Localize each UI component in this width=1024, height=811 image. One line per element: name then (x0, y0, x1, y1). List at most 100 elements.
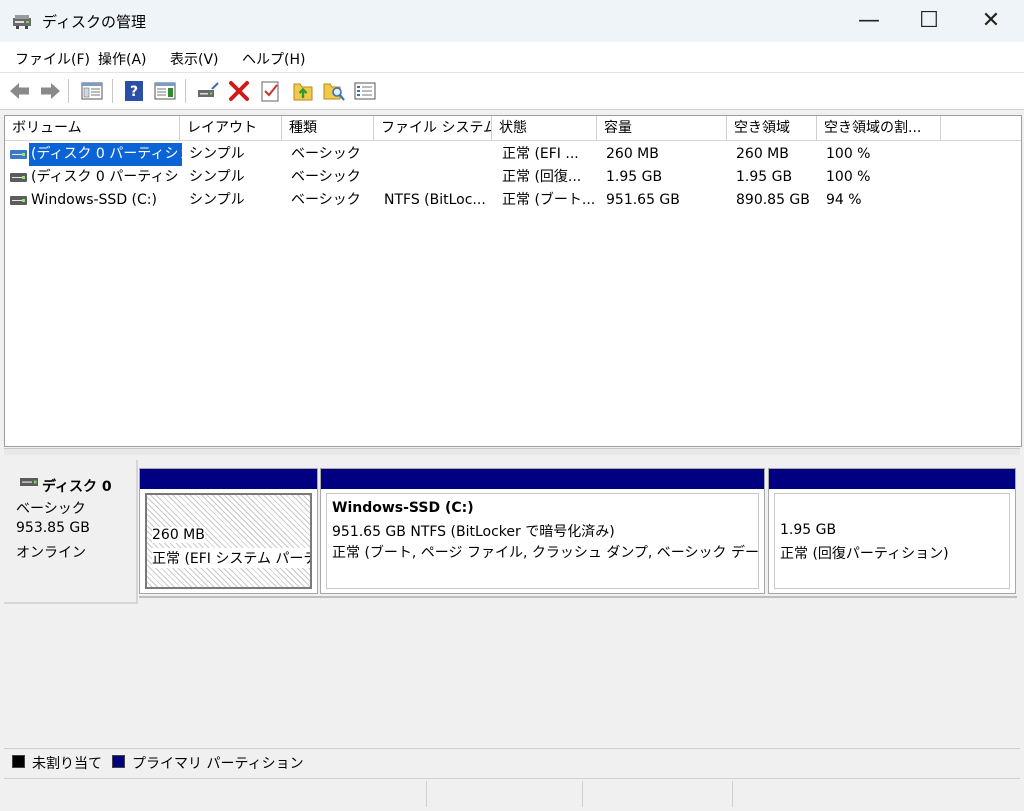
column-header-free-percent[interactable]: 空き領域の割... (817, 116, 941, 140)
properties-icon[interactable] (258, 79, 282, 103)
legend: 未割り当て プライマリ パーティション (4, 748, 1020, 775)
list-view-icon[interactable] (353, 79, 377, 103)
menu-file[interactable]: ファイル(F) (15, 49, 90, 69)
partition-type-bar (140, 469, 317, 489)
volume-name: Windows-SSD (C:) (31, 192, 157, 208)
partition-body-selected: 260 MB 正常 (EFI システム パーティション) (145, 493, 312, 589)
volume-row[interactable]: Windows-SSD (C:) シンプル ベーシック NTFS (BitLoc… (5, 189, 1021, 212)
maximize-button[interactable]: ☐ (898, 0, 960, 42)
volume-capacity: 1.95 GB (606, 169, 663, 185)
column-header-status[interactable]: 状態 (492, 116, 597, 140)
volume-row[interactable]: (ディスク 0 パーティショ... シンプル ベーシック 正常 (回復... 1… (5, 166, 1021, 189)
volume-layout: シンプル (189, 169, 245, 185)
partition-windows-ssd[interactable]: Windows-SSD (C:) 951.65 GB NTFS (BitLock… (320, 468, 765, 594)
menu-bar: ファイル(F) 操作(A) 表示(V) ヘルプ(H) (0, 42, 1024, 72)
volume-free-percent: 94 % (826, 192, 862, 208)
volume-drive-icon (10, 196, 27, 205)
volume-capacity: 260 MB (606, 146, 659, 162)
status-section (4, 781, 427, 807)
disk-partition-strip: 260 MB 正常 (EFI システム パーティション) Windows-SSD… (139, 468, 1017, 598)
volume-status: 正常 (EFI ... (502, 146, 579, 162)
disk-size: 953.85 GB (16, 520, 90, 536)
volume-row[interactable]: (ディスク 0 パーティショ... シンプル ベーシック 正常 (EFI ...… (5, 143, 1021, 166)
partition-status: 正常 (EFI システム パーティション) (152, 548, 310, 568)
close-button[interactable]: ✕ (960, 0, 1022, 42)
partition-size: 260 MB (152, 527, 205, 543)
column-headers: ボリューム レイアウト 種類 ファイル システム 状態 容量 空き領域 空き領域… (5, 116, 1021, 141)
status-section (582, 781, 733, 807)
partition-recovery[interactable]: 1.95 GB 正常 (回復パーティション) (768, 468, 1016, 594)
svg-text:?: ? (130, 84, 138, 100)
partition-size: 1.95 GB (780, 522, 837, 538)
legend-swatch-primary (112, 755, 125, 768)
volume-status: 正常 (ブート... (502, 192, 594, 208)
disk-drive-icon (20, 478, 38, 486)
toolbar: ? (0, 72, 1024, 110)
volume-capacity: 951.65 GB (606, 192, 680, 208)
delete-icon[interactable] (227, 79, 251, 103)
toolbar-separator (68, 79, 69, 103)
volume-type: ベーシック (291, 192, 361, 208)
column-header-type[interactable]: 種類 (282, 116, 374, 140)
disk-info-panel[interactable]: ディスク 0 ベーシック 953.85 GB オンライン (4, 460, 138, 604)
forward-arrow-icon[interactable] (38, 79, 62, 103)
status-bar (4, 778, 1020, 809)
volume-name: (ディスク 0 パーティショ... (29, 143, 182, 166)
back-arrow-icon[interactable] (8, 79, 32, 103)
volume-type: ベーシック (291, 169, 361, 185)
volume-list-pane: ボリューム レイアウト 種類 ファイル システム 状態 容量 空き領域 空き領域… (4, 115, 1022, 447)
column-header-filesystem[interactable]: ファイル システム (374, 116, 492, 140)
partition-type-bar (769, 469, 1015, 489)
status-section (426, 781, 583, 807)
menu-help[interactable]: ヘルプ(H) (242, 49, 305, 69)
show-hide-console-tree-icon[interactable] (80, 79, 104, 103)
column-header-volume[interactable]: ボリューム (5, 116, 180, 140)
legend-label-primary: プライマリ パーティション (132, 756, 304, 772)
volume-filesystem: NTFS (BitLoc... (384, 192, 486, 208)
volume-filesystem (384, 143, 488, 166)
volume-drive-icon (10, 173, 27, 182)
export-list-icon[interactable] (291, 79, 315, 103)
partition-status: 正常 (ブート, ページ ファイル, クラッシュ ダンプ, ベーシック データ … (332, 545, 759, 561)
partition-body: 1.95 GB 正常 (回復パーティション) (774, 493, 1010, 589)
volume-layout: シンプル (189, 146, 245, 162)
connect-virtual-disk-icon[interactable] (196, 79, 220, 103)
show-hide-action-pane-icon[interactable] (153, 79, 177, 103)
volume-drive-icon (10, 150, 27, 159)
volume-free-space: 260 MB (736, 146, 789, 162)
help-icon[interactable]: ? (122, 79, 146, 103)
volume-layout: シンプル (189, 192, 245, 208)
volume-free-space: 1.95 GB (736, 169, 793, 185)
disk-map-pane: ディスク 0 ベーシック 953.85 GB オンライン 260 MB 正常 (… (4, 458, 1020, 741)
legend-swatch-unallocated (12, 755, 25, 768)
toolbar-separator (185, 79, 186, 103)
partition-status: 正常 (回復パーティション) (780, 546, 949, 562)
disk-type: ベーシック (16, 501, 86, 517)
legend-label-unallocated: 未割り当て (32, 756, 102, 772)
volume-name: (ディスク 0 パーティショ... (31, 169, 180, 185)
minimize-button[interactable]: — (838, 0, 900, 42)
volume-free-space: 890.85 GB (736, 192, 810, 208)
partition-efi[interactable]: 260 MB 正常 (EFI システム パーティション) (139, 468, 318, 594)
column-header-capacity[interactable]: 容量 (597, 116, 727, 140)
partition-name: Windows-SSD (C:) (332, 500, 474, 516)
disk-state: オンライン (16, 545, 86, 561)
partition-body: Windows-SSD (C:) 951.65 GB NTFS (BitLock… (326, 493, 759, 589)
volume-free-percent: 100 % (826, 169, 871, 185)
toolbar-separator (112, 79, 113, 103)
title-bar: ディスクの管理 — ☐ ✕ (0, 0, 1024, 42)
disk-management-icon (13, 15, 31, 29)
search-folder-icon[interactable] (322, 79, 346, 103)
partition-detail: 951.65 GB NTFS (BitLocker で暗号化済み) (332, 524, 615, 540)
partition-type-bar (321, 469, 764, 489)
menu-view[interactable]: 表示(V) (170, 49, 219, 69)
volume-status: 正常 (回復... (502, 169, 582, 185)
column-header-layout[interactable]: レイアウト (180, 116, 282, 140)
menu-action[interactable]: 操作(A) (98, 49, 147, 69)
disk-name: ディスク 0 (42, 479, 112, 495)
pane-splitter[interactable] (4, 448, 1020, 455)
volume-free-percent: 100 % (826, 146, 871, 162)
volume-type: ベーシック (291, 146, 361, 162)
column-header-free-space[interactable]: 空き領域 (727, 116, 817, 140)
volume-filesystem (384, 166, 488, 189)
